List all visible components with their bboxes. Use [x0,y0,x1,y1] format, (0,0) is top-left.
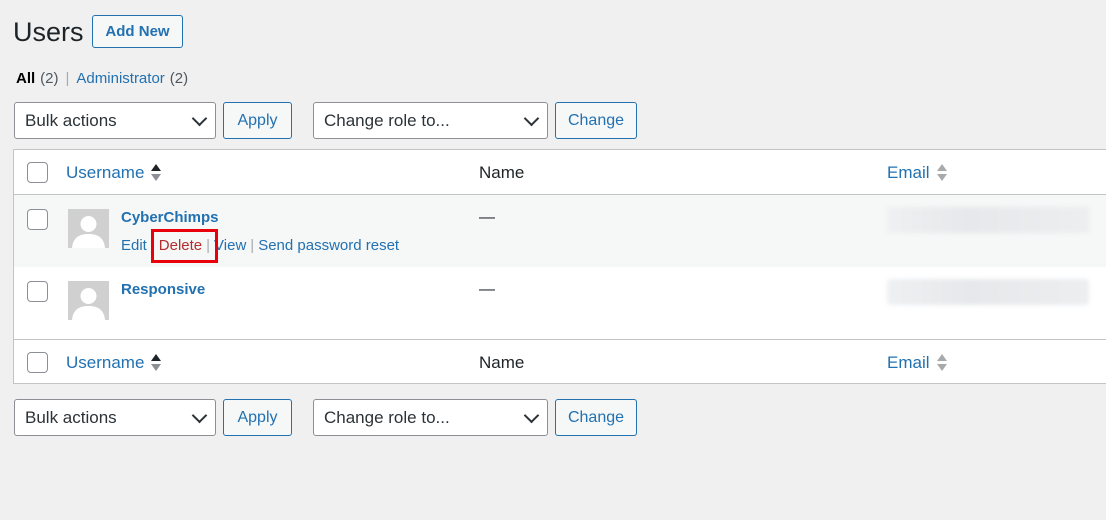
action-separator: | [150,237,155,254]
action-separator: | [250,237,255,254]
page-title: Users [13,17,84,47]
apply-button-bottom[interactable]: Apply [223,399,292,436]
column-username-label: Username [66,352,145,372]
send-password-reset-link[interactable]: Send password reset [258,237,399,254]
filter-all-count: (2) [40,70,59,87]
column-email[interactable]: Email [887,150,947,195]
column-username[interactable]: Username [66,340,162,385]
row-actions: Edit | Delete | View | Send password res… [121,237,399,254]
table-row: Responsive — [14,267,1106,339]
filter-administrator-count: (2) [169,70,189,87]
default-avatar-icon [68,209,109,248]
column-email-label: Email [887,352,930,372]
edit-link[interactable]: Edit [121,237,147,254]
column-name: Name [479,352,525,372]
table-row: CyberChimps Edit | Delete | View | Send … [14,195,1106,267]
change-role-value: Change role to... [324,407,450,427]
users-table: Username Name Email CyberChimps Edit | D… [13,149,1106,384]
view-link[interactable]: View [214,237,246,254]
select-all-checkbox[interactable] [27,352,48,373]
chevron-down-icon [523,110,540,126]
change-button-top[interactable]: Change [555,102,637,139]
change-role-select-top[interactable]: Change role to... [313,102,548,139]
chevron-down-icon [191,110,208,126]
email-cell-redacted [887,207,1089,233]
filter-administrator[interactable]: Administrator [76,70,164,87]
column-username[interactable]: Username [66,150,162,195]
apply-button-top[interactable]: Apply [223,102,292,139]
column-name: Name [479,162,525,182]
table-header: Username Name Email [14,150,1106,195]
bulk-actions-value: Bulk actions [25,407,117,427]
table-footer: Username Name Email [14,339,1106,384]
user-role-filters: All (2) | Administrator (2) [16,70,188,87]
sort-arrows-icon [936,353,947,372]
filter-separator: | [65,70,70,87]
change-role-select-bottom[interactable]: Change role to... [313,399,548,436]
filter-all[interactable]: All [16,70,35,87]
sort-arrows-icon [151,353,162,372]
sort-arrows-icon [151,163,162,182]
add-new-button[interactable]: Add New [92,15,183,48]
column-username-label: Username [66,162,145,182]
name-cell: — [479,281,495,298]
row-checkbox[interactable] [27,281,48,302]
username-link[interactable]: Responsive [121,281,205,298]
action-separator: | [206,237,211,254]
sort-arrows-icon [936,163,947,182]
name-cell: — [479,209,495,226]
default-avatar-icon [68,281,109,320]
chevron-down-icon [191,407,208,423]
bulk-actions-value: Bulk actions [25,110,117,130]
change-button-bottom[interactable]: Change [555,399,637,436]
email-cell-redacted [887,279,1089,305]
column-email-label: Email [887,162,930,182]
row-checkbox[interactable] [27,209,48,230]
column-email[interactable]: Email [887,340,947,385]
chevron-down-icon [523,407,540,423]
bulk-actions-select-top[interactable]: Bulk actions [14,102,216,139]
username-link[interactable]: CyberChimps [121,209,219,226]
bulk-actions-select-bottom[interactable]: Bulk actions [14,399,216,436]
select-all-checkbox[interactable] [27,162,48,183]
change-role-value: Change role to... [324,110,450,130]
delete-link[interactable]: Delete [159,237,202,254]
